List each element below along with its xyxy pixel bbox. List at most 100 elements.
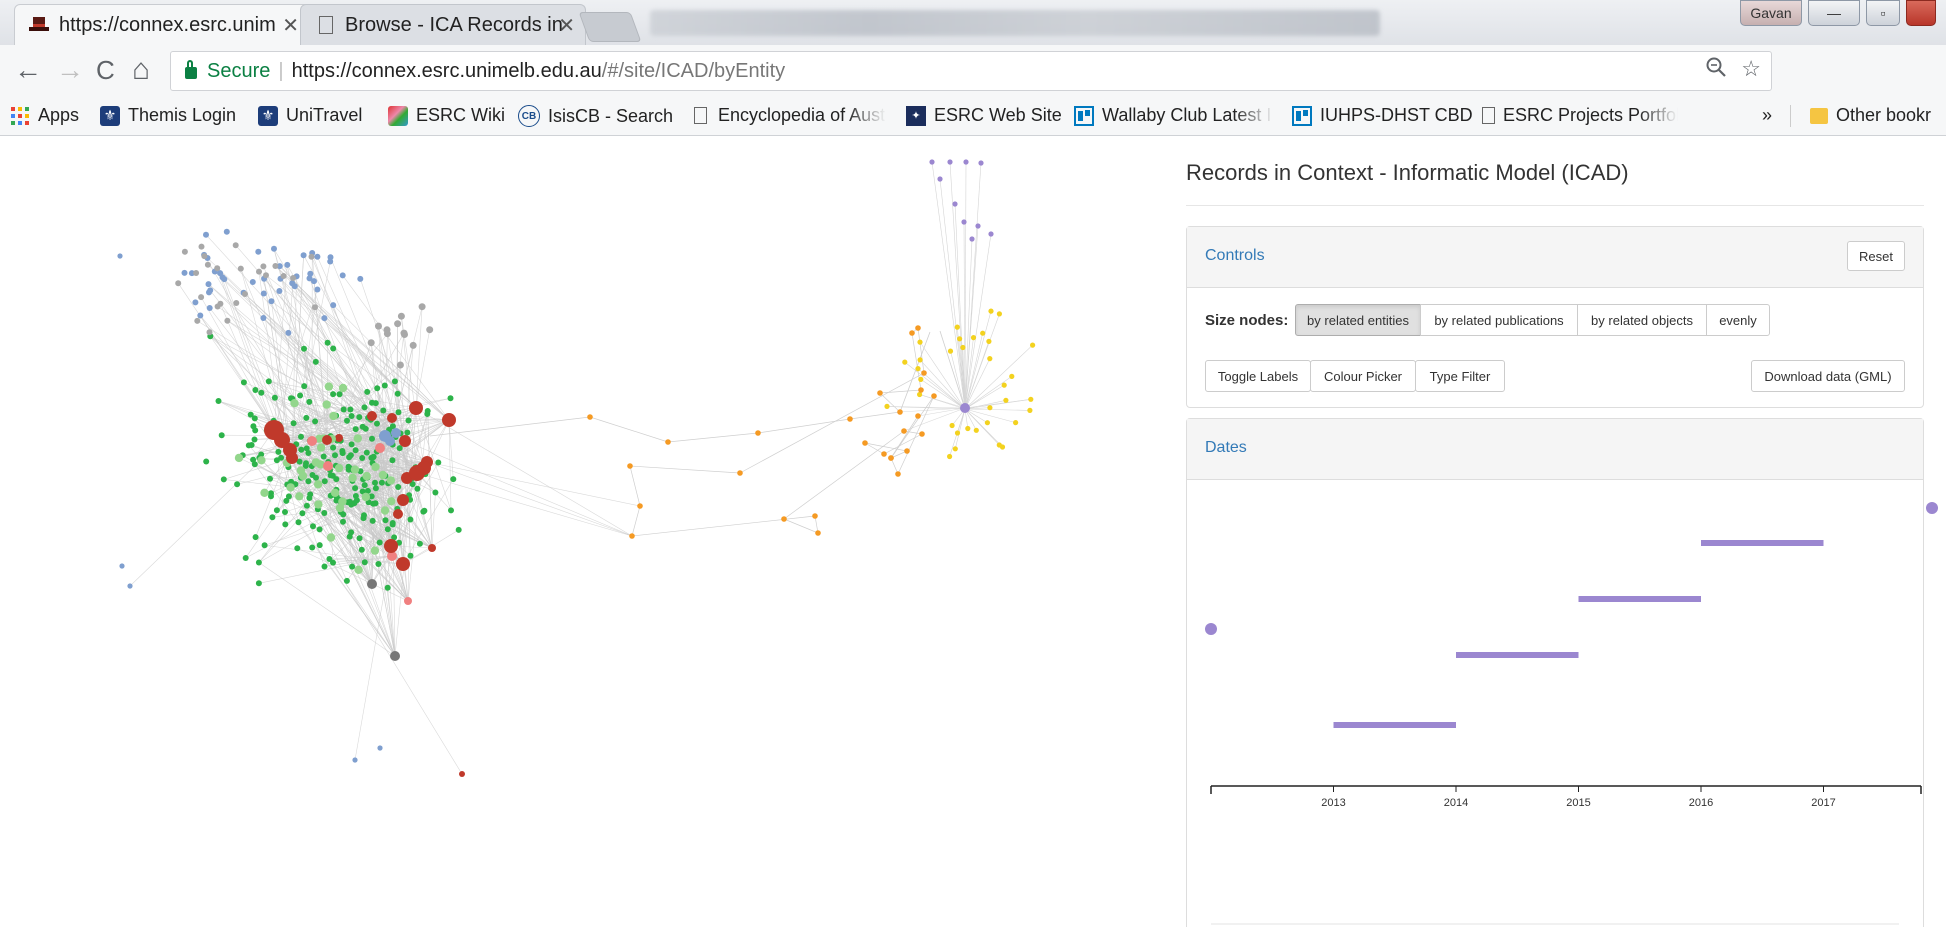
graph-node[interactable] <box>1030 343 1035 348</box>
graph-node[interactable] <box>847 416 853 422</box>
graph-node[interactable] <box>261 291 267 297</box>
graph-node[interactable] <box>396 557 410 571</box>
bookmark-unitravel[interactable]: ⚜ UniTravel <box>258 105 362 126</box>
graph-node[interactable] <box>117 253 122 258</box>
graph-node[interactable] <box>314 480 322 488</box>
graph-node[interactable] <box>266 378 272 384</box>
graph-node[interactable] <box>235 454 243 462</box>
graph-node[interactable] <box>978 160 983 165</box>
graph-node[interactable] <box>256 560 262 566</box>
graph-node[interactable] <box>997 311 1002 316</box>
graph-node[interactable] <box>395 484 401 490</box>
graph-node[interactable] <box>219 432 225 438</box>
graph-node[interactable] <box>1028 397 1033 402</box>
graph-node[interactable] <box>252 461 258 467</box>
graph-node[interactable] <box>282 521 288 527</box>
graph-node[interactable] <box>929 159 934 164</box>
graph-node[interactable] <box>221 276 227 282</box>
bookmark-star-icon[interactable]: ☆ <box>1741 56 1761 82</box>
graph-node[interactable] <box>390 520 396 526</box>
graph-node[interactable] <box>975 223 980 228</box>
graph-node[interactable] <box>262 542 268 548</box>
graph-node[interactable] <box>307 436 317 446</box>
graph-node[interactable] <box>206 289 212 295</box>
graph-node[interactable] <box>389 457 395 463</box>
new-tab-button[interactable] <box>579 12 642 42</box>
graph-node[interactable] <box>364 389 370 395</box>
graph-node[interactable] <box>317 526 323 532</box>
graph-node[interactable] <box>332 452 338 458</box>
graph-node[interactable] <box>341 407 347 413</box>
graph-node[interactable] <box>360 424 366 430</box>
graph-node[interactable] <box>404 430 410 436</box>
size-evenly-button[interactable]: evenly <box>1706 304 1770 336</box>
graph-node[interactable] <box>201 253 207 259</box>
graph-node[interactable] <box>957 336 962 341</box>
graph-node[interactable] <box>387 497 395 505</box>
graph-node[interactable] <box>323 461 333 471</box>
graph-node[interactable] <box>331 489 339 497</box>
graph-node[interactable] <box>327 259 333 265</box>
graph-node[interactable] <box>321 510 327 516</box>
graph-node[interactable] <box>384 330 391 337</box>
graph-node[interactable] <box>1013 420 1018 425</box>
maximize-button[interactable]: ▫ <box>1866 0 1900 26</box>
graph-node[interactable] <box>294 545 300 551</box>
graph-node[interactable] <box>335 464 343 472</box>
graph-node[interactable] <box>371 463 379 471</box>
graph-node[interactable] <box>450 476 456 482</box>
graph-node[interactable] <box>298 434 304 440</box>
graph-node[interactable] <box>356 414 362 420</box>
graph-node[interactable] <box>397 362 404 369</box>
timeline-point[interactable] <box>1205 623 1217 635</box>
graph-node[interactable] <box>985 420 990 425</box>
graph-node[interactable] <box>368 455 374 461</box>
graph-node[interactable] <box>307 275 313 281</box>
graph-node[interactable] <box>325 382 333 390</box>
graph-node[interactable] <box>260 315 266 321</box>
graph-node[interactable] <box>397 494 409 506</box>
graph-node[interactable] <box>252 437 258 443</box>
graph-node[interactable] <box>233 242 239 248</box>
graph-node[interactable] <box>182 249 188 255</box>
graph-node[interactable] <box>275 449 281 455</box>
graph-node[interactable] <box>243 555 249 561</box>
dates-timeline-chart[interactable]: 20132014201520162017 <box>1187 479 1923 928</box>
graph-node[interactable] <box>987 405 992 410</box>
graph-node[interactable] <box>127 583 132 588</box>
graph-node[interactable] <box>217 301 223 307</box>
graph-node[interactable] <box>233 300 239 306</box>
toggle-labels-button[interactable]: Toggle Labels <box>1205 360 1311 392</box>
graph-node[interactable] <box>918 377 923 382</box>
graph-node[interactable] <box>963 159 968 164</box>
graph-node[interactable] <box>281 273 287 279</box>
graph-node[interactable] <box>953 446 958 451</box>
graph-node[interactable] <box>961 219 966 224</box>
graph-node[interactable] <box>921 370 927 376</box>
graph-node[interactable] <box>364 450 370 456</box>
graph-node[interactable] <box>417 541 423 547</box>
graph-node[interactable] <box>198 294 204 300</box>
graph-node[interactable] <box>354 434 362 442</box>
graph-node[interactable] <box>369 436 375 442</box>
graph-node[interactable] <box>362 482 368 488</box>
graph-node[interactable] <box>373 485 379 491</box>
graph-node[interactable] <box>379 480 385 486</box>
graph-node[interactable] <box>256 580 262 586</box>
graph-node[interactable] <box>955 325 960 330</box>
graph-node[interactable] <box>274 507 280 513</box>
graph-node[interactable] <box>425 408 431 414</box>
graph-node[interactable] <box>119 563 124 568</box>
graph-node[interactable] <box>203 459 209 465</box>
graph-node[interactable] <box>371 546 379 554</box>
graph-node[interactable] <box>442 413 456 427</box>
graph-node[interactable] <box>373 500 379 506</box>
graph-node[interactable] <box>987 356 992 361</box>
graph-node[interactable] <box>329 412 337 420</box>
graph-node[interactable] <box>877 390 883 396</box>
graph-node[interactable] <box>340 272 346 278</box>
size-by-related-publications-button[interactable]: by related publications <box>1420 304 1578 336</box>
graph-node[interactable] <box>448 395 454 401</box>
graph-node[interactable] <box>330 445 336 451</box>
graph-node[interactable] <box>375 561 381 567</box>
